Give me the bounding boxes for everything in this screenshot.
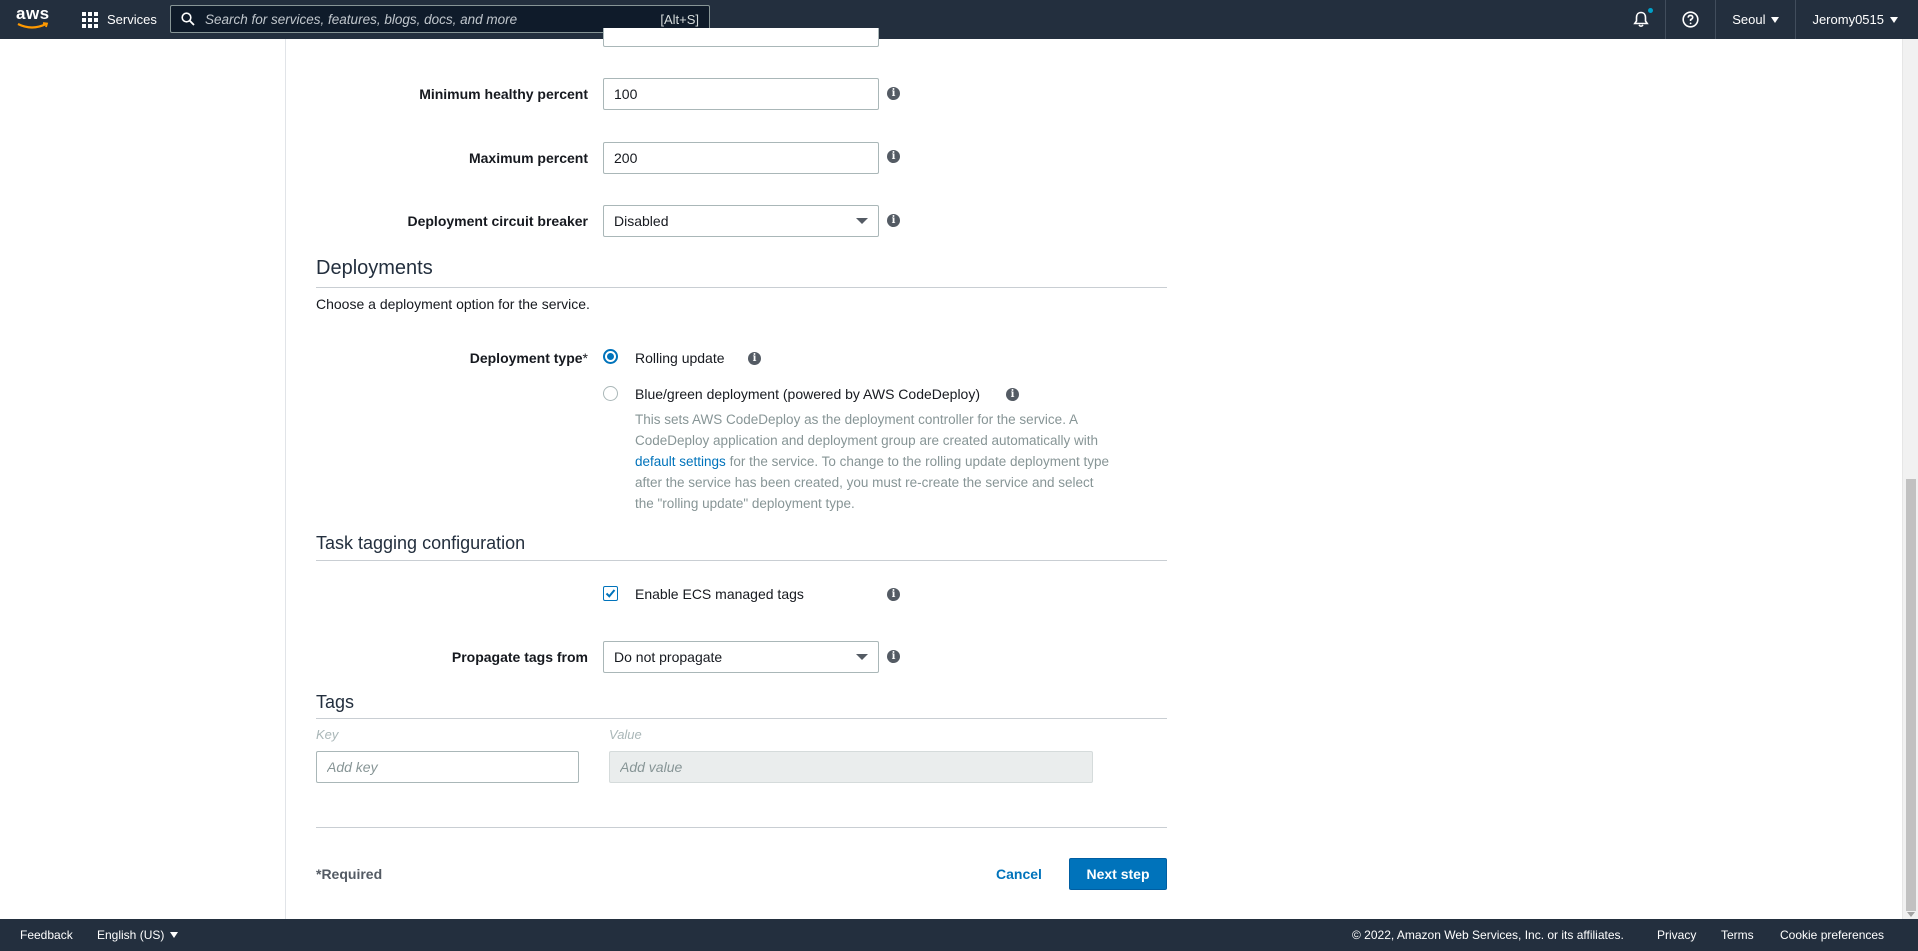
page-scrollbar[interactable] xyxy=(1902,39,1918,919)
account-label: Jeromy0515 xyxy=(1812,12,1884,27)
footer: Feedback English (US) © 2022, Amazon Web… xyxy=(0,919,1918,951)
propagate-tags-select[interactable]: Do not propagate xyxy=(603,641,879,673)
feedback-link[interactable]: Feedback xyxy=(20,928,73,942)
next-step-button[interactable]: Next step xyxy=(1069,858,1167,890)
region-dropdown[interactable]: Seoul xyxy=(1716,0,1797,39)
search-shortcut: [Alt+S] xyxy=(660,11,699,27)
key-column-header: Key xyxy=(316,727,339,742)
circuit-breaker-value: Disabled xyxy=(614,213,669,229)
deployment-type-label: Deployment type* xyxy=(469,350,588,366)
min-healthy-input[interactable] xyxy=(603,78,879,110)
info-icon[interactable]: i xyxy=(887,150,900,163)
deployments-title: Deployments xyxy=(316,257,433,279)
info-icon[interactable]: i xyxy=(887,650,900,663)
circuit-breaker-select[interactable]: Disabled xyxy=(603,205,879,237)
grid-icon xyxy=(82,11,98,28)
language-selector[interactable]: English (US) xyxy=(97,928,179,942)
search-input[interactable] xyxy=(203,10,661,28)
notifications-button[interactable] xyxy=(1616,0,1667,39)
aws-smile-icon xyxy=(17,22,49,29)
required-asterisk: * xyxy=(582,350,588,366)
cookie-preferences-link[interactable]: Cookie preferences xyxy=(1780,928,1884,942)
info-icon[interactable]: i xyxy=(887,214,900,227)
value-column-header: Value xyxy=(609,727,642,742)
caret-down-icon xyxy=(170,932,179,938)
tag-value-input[interactable] xyxy=(609,751,1093,783)
nav-right-group: Seoul Jeromy0515 xyxy=(1616,0,1918,39)
bluegreen-label: Blue/green deployment (powered by AWS Co… xyxy=(635,386,981,402)
top-navigation: aws Services [Alt+S] xyxy=(0,0,1918,39)
search-icon xyxy=(181,12,195,26)
info-icon[interactable]: i xyxy=(887,87,900,100)
copyright-text: © 2022, Amazon Web Services, Inc. or its… xyxy=(1352,928,1624,942)
info-icon[interactable]: i xyxy=(887,588,900,601)
section-divider xyxy=(316,560,1167,561)
chevron-down-icon xyxy=(856,654,868,660)
bluegreen-help-text: This sets AWS CodeDeploy as the deployme… xyxy=(635,412,1110,511)
info-icon[interactable]: i xyxy=(748,352,761,365)
deployments-description: Choose a deployment option for the servi… xyxy=(316,296,590,312)
notification-dot xyxy=(1648,8,1654,13)
aws-logo-text: aws xyxy=(16,4,50,23)
min-healthy-label: Minimum healthy percent xyxy=(419,86,588,102)
region-label: Seoul xyxy=(1732,12,1766,27)
checkmark-icon xyxy=(605,589,616,598)
circuit-breaker-label: Deployment circuit breaker xyxy=(407,213,588,229)
services-label: Services xyxy=(107,12,157,27)
tags-title: Tags xyxy=(316,692,355,712)
services-menu-button[interactable]: Services xyxy=(82,0,157,39)
section-divider xyxy=(316,718,1167,719)
privacy-link[interactable]: Privacy xyxy=(1657,928,1696,942)
language-label: English (US) xyxy=(97,928,165,942)
actions-divider xyxy=(316,827,1167,828)
max-percent-input[interactable] xyxy=(603,142,879,174)
caret-down-icon xyxy=(1890,16,1898,23)
caret-down-icon xyxy=(1771,16,1780,23)
propagate-tags-value: Do not propagate xyxy=(614,649,723,665)
task-tagging-title: Task tagging configuration xyxy=(316,533,526,553)
help-icon xyxy=(1682,11,1699,28)
tag-key-input[interactable] xyxy=(316,751,579,783)
help-button[interactable] xyxy=(1666,0,1717,39)
section-divider xyxy=(316,287,1167,288)
info-icon[interactable]: i xyxy=(1006,388,1019,401)
rolling-update-radio[interactable] xyxy=(603,349,618,364)
cancel-button[interactable]: Cancel xyxy=(996,866,1042,882)
chevron-down-icon xyxy=(856,218,868,224)
previous-field-input[interactable] xyxy=(603,28,879,47)
bluegreen-radio[interactable] xyxy=(603,386,618,401)
enable-ecs-tags-checkbox[interactable] xyxy=(603,586,618,601)
max-percent-label: Maximum percent xyxy=(468,150,588,166)
content-left-border xyxy=(285,39,286,919)
propagate-tags-label: Propagate tags from xyxy=(451,649,588,665)
account-dropdown[interactable]: Jeromy0515 xyxy=(1796,0,1918,39)
default-settings-link[interactable]: default settings xyxy=(635,454,726,469)
bell-icon xyxy=(1632,11,1649,28)
enable-ecs-tags-label: Enable ECS managed tags xyxy=(635,586,804,602)
rolling-update-label: Rolling update xyxy=(635,350,725,366)
terms-link[interactable]: Terms xyxy=(1721,928,1754,942)
required-note: *Required xyxy=(316,866,383,882)
aws-logo[interactable]: aws xyxy=(16,5,50,33)
scroll-down-arrow-icon[interactable] xyxy=(1907,912,1915,917)
scrollbar-thumb[interactable] xyxy=(1906,479,1916,911)
